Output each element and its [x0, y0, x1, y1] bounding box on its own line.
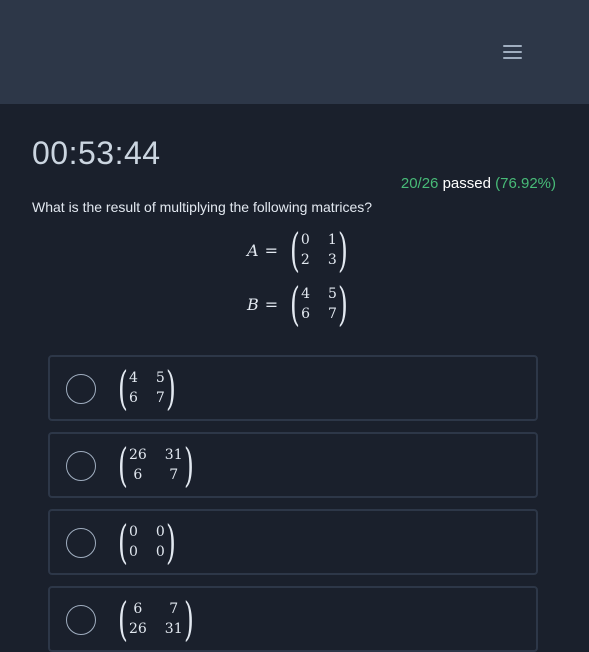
passed-count: 20/26	[400, 175, 439, 192]
matrix-cell: 26	[128, 447, 147, 463]
radio-button[interactable]	[66, 374, 96, 404]
matrix-cell: 6	[133, 601, 143, 617]
radio-button[interactable]	[66, 528, 96, 558]
option-matrix: ( 0 0 0 0 )	[118, 515, 176, 569]
top-navbar	[0, 0, 589, 104]
matrix-cell: 0	[155, 524, 165, 540]
matrix-cell: 31	[164, 621, 183, 637]
matrix-cell: 7	[169, 467, 179, 483]
hamburger-menu-icon[interactable]	[502, 42, 524, 62]
matrix-a-name: A	[247, 240, 259, 260]
passed-label: passed	[442, 175, 491, 192]
matrix-cell: 7	[169, 601, 179, 617]
matrix-cell: 31	[164, 447, 183, 463]
matrix-cell: 3	[327, 252, 337, 268]
matrix-cell: 4	[128, 370, 138, 386]
matrix-b: ( 4 5 6 7 )	[290, 277, 348, 331]
passed-percent: (76.92%)	[495, 175, 556, 192]
matrix-b-name: B	[247, 294, 259, 314]
matrix-cell: 0	[128, 544, 138, 560]
matrix-cell: 0	[300, 232, 310, 248]
matrix-cell: 6	[128, 390, 138, 406]
matrix-cell: 4	[301, 286, 311, 302]
question-text: What is the result of multiplying the fo…	[32, 199, 373, 215]
matrix-cell: 6	[301, 306, 311, 322]
countdown-timer: 00:53:44	[32, 135, 161, 171]
answer-option-4[interactable]: ( 6 7 26 31 )	[48, 586, 538, 652]
option-matrix: ( 4 5 6 7 )	[118, 361, 176, 415]
matrix-cell: 1	[327, 232, 337, 248]
answer-option-3[interactable]: ( 0 0 0 0 )	[48, 509, 538, 575]
matrix-cell: 2	[300, 252, 310, 268]
matrix-cell: 5	[155, 370, 165, 386]
matrix-cell: 26	[128, 621, 147, 637]
matrix-b-equals: =	[264, 294, 279, 314]
matrix-b-equation: B = ( 4 5 6 7 )	[247, 281, 352, 327]
matrix-a: ( 0 1 2 7 3 )	[290, 223, 348, 277]
matrix-a-equals: =	[264, 240, 278, 260]
option-matrix: ( 26 31 6 7 )	[118, 438, 194, 492]
matrix-cell: 7	[155, 390, 165, 406]
matrix-cell: 0	[155, 544, 165, 560]
radio-button[interactable]	[66, 451, 96, 481]
answer-option-2[interactable]: ( 26 31 6 7 )	[48, 432, 538, 498]
matrix-cell: 7	[328, 306, 337, 322]
matrix-cell: 6	[133, 467, 143, 483]
matrix-cell: 5	[328, 286, 337, 302]
option-matrix: ( 6 7 26 31 )	[118, 592, 194, 646]
matrix-cell: 0	[128, 524, 138, 540]
radio-button[interactable]	[66, 605, 96, 635]
pass-stats: 20/26 passed (76.92%)	[401, 175, 556, 192]
answer-option-1[interactable]: ( 4 5 6 7 )	[48, 355, 538, 421]
matrix-a-equation: A = ( 0 1 2 7 3 )	[247, 227, 352, 273]
